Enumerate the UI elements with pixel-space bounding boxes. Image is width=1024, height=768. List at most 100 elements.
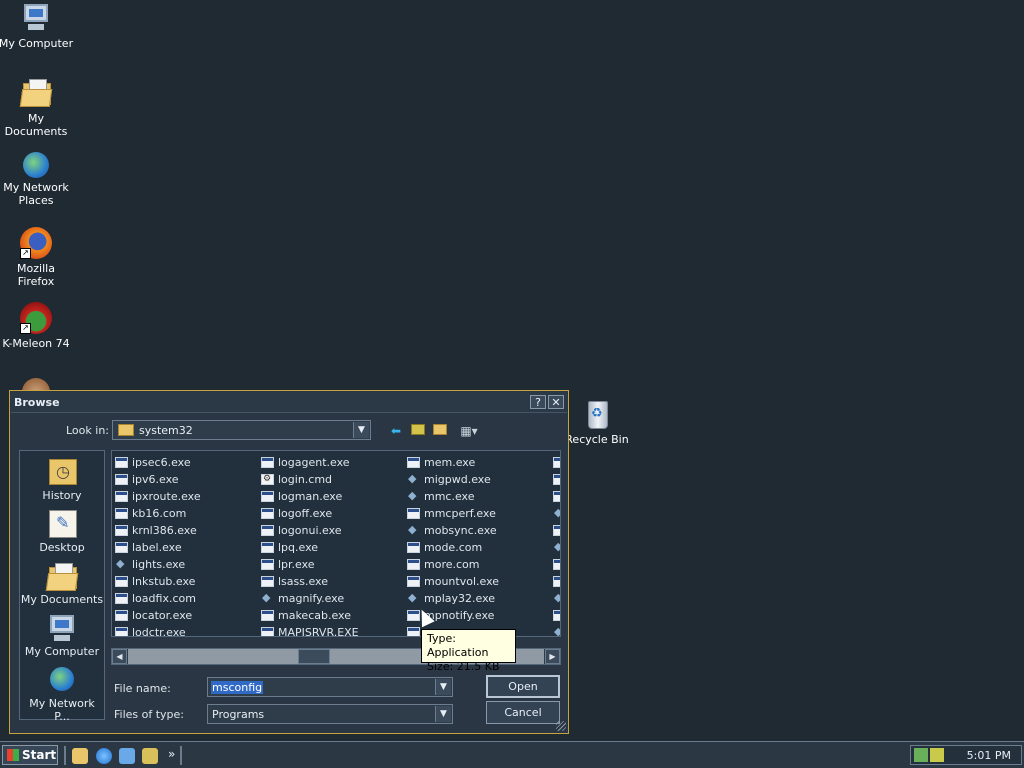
exe-file-icon bbox=[261, 609, 274, 621]
list-item[interactable]: lnkstub.exe bbox=[115, 573, 261, 590]
list-item[interactable]: label.exe bbox=[115, 539, 261, 556]
list-item[interactable]: logman.exe bbox=[261, 488, 407, 505]
list-item[interactable]: lodctr.exe bbox=[115, 624, 261, 636]
place-my-computer[interactable]: My Computer bbox=[20, 613, 104, 658]
internet-explorer-icon[interactable] bbox=[96, 748, 112, 764]
list-item[interactable] bbox=[553, 556, 560, 573]
view-menu-icon[interactable]: ▦▾ bbox=[456, 424, 482, 438]
media-player-file-icon bbox=[407, 589, 420, 606]
desktop-icon-recycle-bin[interactable]: Recycle Bin bbox=[559, 398, 635, 446]
list-item[interactable]: mem.exe bbox=[407, 454, 553, 471]
list-item[interactable]: MAPISRVR.EXE bbox=[261, 624, 407, 636]
resize-grip-icon[interactable] bbox=[556, 721, 566, 731]
list-item[interactable]: mplay32.exe bbox=[407, 589, 553, 607]
place-desktop[interactable]: Desktop bbox=[20, 509, 104, 554]
list-item[interactable]: mmcperf.exe bbox=[407, 505, 553, 522]
list-item[interactable]: logagent.exe bbox=[261, 454, 407, 471]
desktop-icon-mozilla-firefox[interactable]: ↗ Mozilla Firefox bbox=[0, 227, 74, 288]
exe-file-icon bbox=[115, 473, 128, 485]
list-item[interactable] bbox=[553, 589, 560, 607]
quicklaunch-more-chevron[interactable]: » bbox=[168, 747, 175, 761]
list-item[interactable]: mode.com bbox=[407, 539, 553, 556]
up-folder-icon[interactable] bbox=[410, 424, 426, 438]
list-item[interactable]: kb16.com bbox=[115, 505, 261, 522]
list-item[interactable]: more.com bbox=[407, 556, 553, 573]
file-list[interactable]: ipsec6.exe ipv6.exe ipxroute.exe kb16.co… bbox=[111, 450, 561, 637]
list-item[interactable]: ipv6.exe bbox=[115, 471, 261, 488]
list-item[interactable] bbox=[553, 607, 560, 624]
clock[interactable]: 5:01 PM bbox=[967, 749, 1011, 762]
list-item[interactable]: ipxroute.exe bbox=[115, 488, 261, 505]
network-tray-icon[interactable] bbox=[914, 748, 928, 762]
look-in-dropdown[interactable]: system32 ▼ bbox=[112, 420, 371, 440]
back-arrow-icon[interactable]: ⬅ bbox=[388, 424, 404, 438]
list-item[interactable]: lights.exe bbox=[115, 555, 261, 573]
list-item[interactable]: loadfix.com bbox=[115, 590, 261, 607]
mmc-file-icon bbox=[407, 487, 420, 504]
place-label: My Documents bbox=[20, 593, 104, 606]
open-button[interactable]: Open bbox=[486, 675, 560, 698]
list-item[interactable]: lpq.exe bbox=[261, 539, 407, 556]
list-item[interactable] bbox=[553, 623, 560, 637]
list-item[interactable]: mobsync.exe bbox=[407, 521, 553, 539]
list-item[interactable] bbox=[553, 538, 560, 556]
list-item[interactable]: migpwd.exe bbox=[407, 470, 553, 488]
cancel-button[interactable]: Cancel bbox=[486, 701, 560, 724]
exe-file-icon bbox=[115, 541, 128, 553]
list-item[interactable]: logonui.exe bbox=[261, 522, 407, 539]
desktop-icon-k-meleon[interactable]: ↗ K-Meleon 74 bbox=[0, 302, 74, 350]
new-folder-icon[interactable] bbox=[432, 424, 448, 438]
file-name-label: File name: bbox=[114, 682, 171, 695]
list-item[interactable]: makecab.exe bbox=[261, 607, 407, 624]
desktop-icon-label: Mozilla Firefox bbox=[17, 262, 55, 288]
desktop-icon-my-documents[interactable]: My Documents bbox=[0, 77, 74, 138]
scroll-left-arrow-icon[interactable]: ◀ bbox=[112, 649, 127, 664]
list-item[interactable] bbox=[553, 471, 560, 488]
list-item[interactable]: ipsec6.exe bbox=[115, 454, 261, 471]
exe-file-icon bbox=[261, 524, 274, 536]
file-name-combo[interactable]: msconfig ▼ bbox=[207, 677, 453, 697]
file-name-input[interactable]: msconfig bbox=[211, 681, 264, 694]
list-item[interactable] bbox=[553, 522, 560, 539]
scroll-thumb[interactable] bbox=[298, 649, 330, 664]
list-item[interactable]: mountvol.exe bbox=[407, 573, 553, 590]
system-tray: 5:01 PM bbox=[910, 745, 1022, 765]
start-button[interactable]: Start bbox=[2, 745, 58, 765]
list-item[interactable] bbox=[553, 504, 560, 522]
list-item[interactable]: logoff.exe bbox=[261, 505, 407, 522]
files-of-type-dropdown[interactable]: Programs ▼ bbox=[207, 704, 453, 724]
exe-file-icon bbox=[407, 541, 420, 553]
list-item[interactable] bbox=[553, 488, 560, 505]
key-file-icon bbox=[407, 470, 420, 487]
list-item[interactable]: magnify.exe bbox=[261, 589, 407, 607]
file-icon bbox=[553, 504, 560, 521]
desktop-icon-my-computer[interactable]: My Computer bbox=[0, 2, 74, 50]
chevron-down-icon[interactable]: ▼ bbox=[435, 679, 451, 695]
outlook-express-icon[interactable] bbox=[119, 748, 135, 764]
scroll-right-arrow-icon[interactable]: ▶ bbox=[545, 649, 560, 664]
show-desktop-icon[interactable] bbox=[72, 748, 88, 764]
list-item[interactable]: mmc.exe bbox=[407, 487, 553, 505]
security-tray-icon[interactable] bbox=[930, 748, 944, 762]
place-history[interactable]: History bbox=[20, 457, 104, 502]
documents-folder-icon bbox=[45, 561, 79, 591]
chevron-down-icon[interactable]: ▼ bbox=[435, 706, 451, 722]
list-item[interactable] bbox=[553, 573, 560, 590]
list-item[interactable]: krnl386.exe bbox=[115, 522, 261, 539]
list-item[interactable] bbox=[553, 454, 560, 471]
list-item[interactable]: lsass.exe bbox=[261, 573, 407, 590]
file-tooltip: Type: Application Size: 21.5 KB bbox=[421, 629, 516, 673]
desktop-icon-my-network-places[interactable]: My Network Places bbox=[0, 152, 74, 207]
place-my-network-places[interactable]: My Network P... bbox=[20, 665, 104, 723]
place-my-documents[interactable]: My Documents bbox=[20, 561, 104, 606]
firefox-icon: ↗ bbox=[20, 227, 52, 259]
explorer-icon[interactable] bbox=[142, 748, 158, 764]
lights-file-icon bbox=[115, 555, 128, 572]
dialog-titlebar[interactable]: Browse ? ✕ bbox=[11, 392, 567, 413]
list-item[interactable]: login.cmd bbox=[261, 471, 407, 488]
close-button[interactable]: ✕ bbox=[548, 395, 564, 409]
chevron-down-icon[interactable]: ▼ bbox=[353, 422, 369, 438]
list-item[interactable]: locator.exe bbox=[115, 607, 261, 624]
list-item[interactable]: lpr.exe bbox=[261, 556, 407, 573]
help-button[interactable]: ? bbox=[530, 395, 546, 409]
